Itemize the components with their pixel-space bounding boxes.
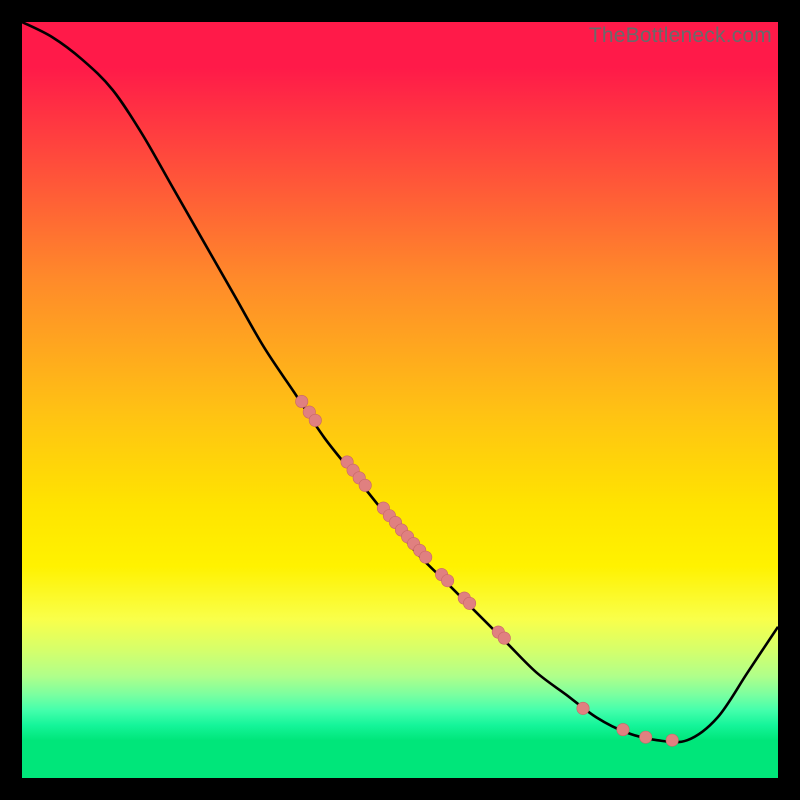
chart-svg (22, 22, 778, 778)
data-point (359, 479, 371, 491)
data-point (577, 702, 589, 714)
data-point (463, 597, 475, 609)
data-point (617, 723, 629, 735)
data-point (441, 575, 453, 587)
data-point (640, 731, 652, 743)
data-point (296, 395, 308, 407)
bottleneck-curve (22, 22, 778, 742)
data-point (666, 734, 678, 746)
data-point (420, 551, 432, 563)
data-point (498, 632, 510, 644)
data-points-group (296, 395, 679, 746)
chart-frame: TheBottleneck.com (22, 22, 778, 778)
watermark-text: TheBottleneck.com (589, 24, 772, 48)
data-point (309, 414, 321, 426)
